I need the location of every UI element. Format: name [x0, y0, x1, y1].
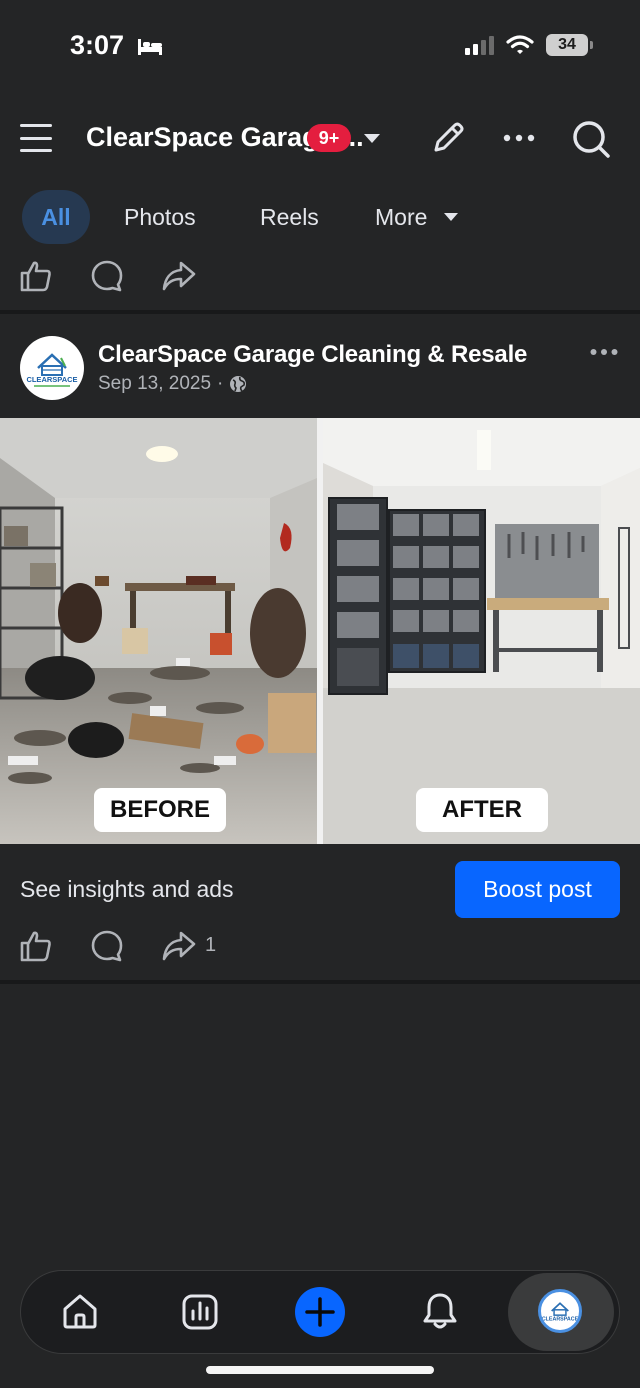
status-time: 3:07 [70, 30, 125, 60]
meta-separator: · [217, 373, 224, 394]
before-photo[interactable]: BEFORE [0, 418, 317, 844]
boost-post-button[interactable]: Boost post [455, 861, 620, 918]
svg-text:CLEARSPACE: CLEARSPACE [542, 1317, 579, 1323]
home-indicator[interactable] [206, 1366, 434, 1374]
like-icon[interactable] [19, 929, 53, 963]
tab-reels[interactable]: Reels [260, 190, 319, 244]
comment-icon[interactable] [90, 929, 124, 963]
home-icon[interactable] [61, 1292, 99, 1330]
share-icon[interactable] [161, 929, 197, 963]
plus-icon [305, 1297, 335, 1327]
post-divider [0, 980, 640, 984]
pencil-icon[interactable] [430, 120, 466, 156]
insights-link[interactable]: See insights and ads [20, 876, 234, 903]
post-date[interactable]: Sep 13, 2025 [98, 373, 211, 395]
search-icon[interactable] [571, 119, 611, 159]
menu-icon[interactable] [20, 122, 52, 154]
more-dots-icon[interactable] [503, 128, 535, 148]
more-dots-icon[interactable] [590, 343, 618, 361]
profile-avatar[interactable]: CLEARSPACE [538, 1289, 582, 1333]
insights-icon[interactable] [181, 1293, 219, 1331]
notification-badge: 9+ [307, 124, 351, 152]
create-button[interactable] [295, 1287, 345, 1337]
before-label: BEFORE [94, 788, 226, 832]
post-author[interactable]: ClearSpace Garage Cleaning & Resale [98, 341, 527, 369]
globe-icon [230, 376, 247, 392]
signal-icon [465, 35, 494, 55]
tab-all[interactable]: All [22, 190, 90, 244]
tab-more[interactable]: More [375, 190, 427, 244]
share-icon[interactable] [161, 259, 197, 293]
comment-icon[interactable] [90, 259, 124, 293]
clearspace-logo: CLEARSPACE [21, 337, 83, 399]
wifi-icon [506, 35, 534, 54]
tab-photos[interactable]: Photos [124, 190, 196, 244]
chevron-down-icon[interactable] [364, 134, 380, 143]
avatar[interactable]: CLEARSPACE [20, 336, 84, 400]
battery-indicator: 34 [546, 34, 593, 56]
like-icon[interactable] [19, 259, 53, 293]
clearspace-logo: CLEARSPACE [541, 1292, 579, 1330]
svg-text:CLEARSPACE: CLEARSPACE [26, 375, 77, 384]
bell-icon[interactable] [421, 1291, 459, 1331]
chevron-down-icon[interactable] [444, 213, 458, 221]
post-divider [0, 310, 640, 314]
after-photo[interactable]: AFTER [323, 418, 640, 844]
post-meta: Sep 13, 2025 · [98, 373, 247, 395]
after-label: AFTER [416, 788, 548, 832]
share-count: 1 [205, 934, 217, 956]
bed-icon [138, 39, 162, 55]
